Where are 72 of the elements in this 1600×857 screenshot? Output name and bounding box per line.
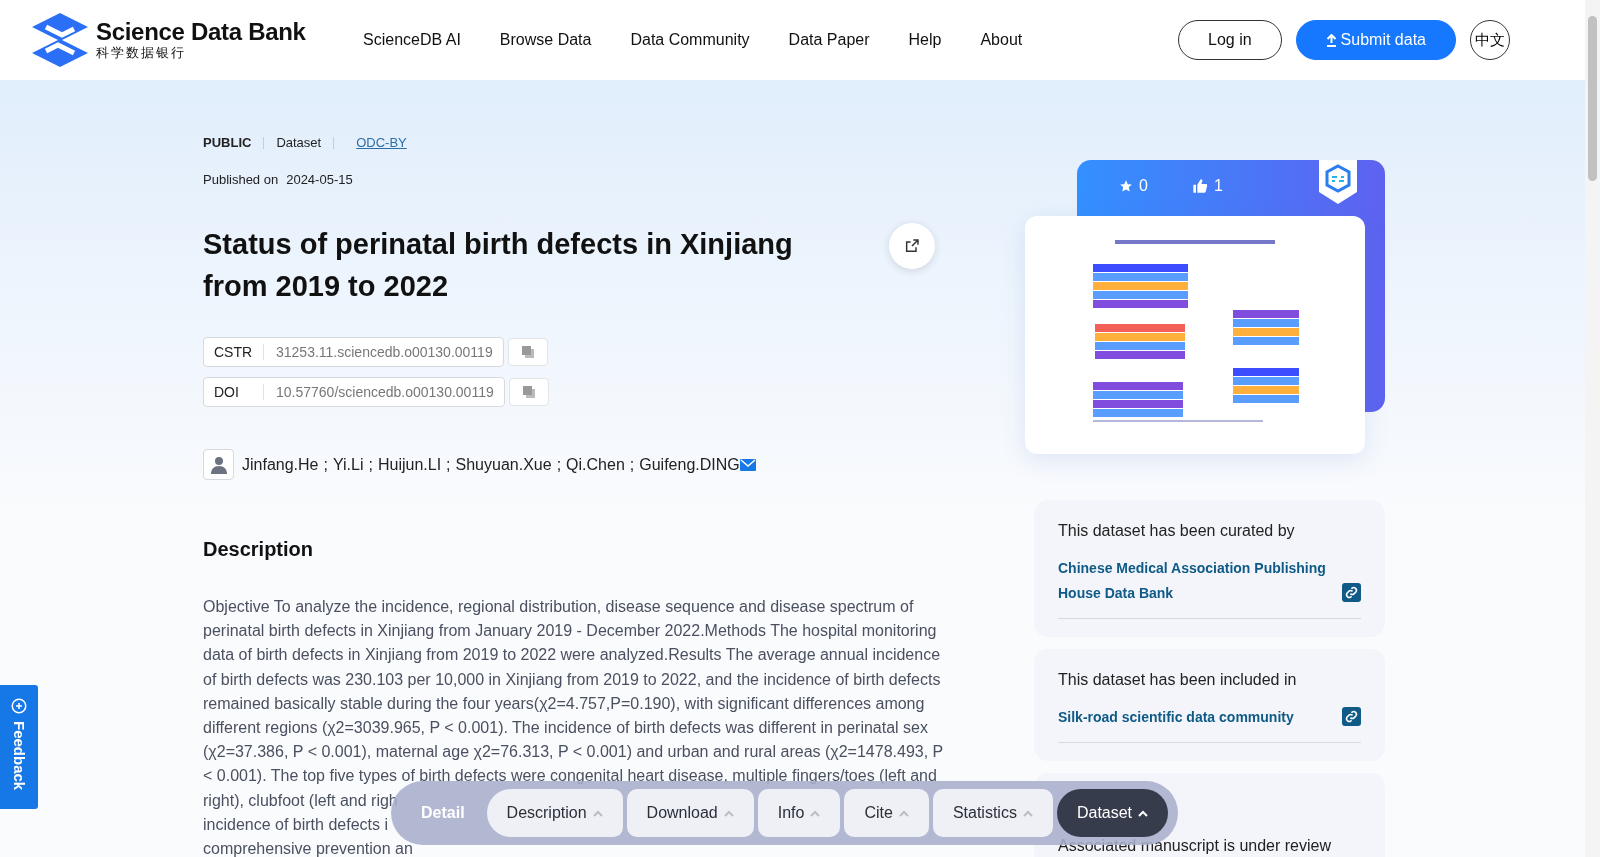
author-link[interactable]: Guifeng.DING <box>639 455 740 474</box>
link-button[interactable] <box>1342 583 1361 602</box>
nav-link[interactable]: Help <box>908 31 942 49</box>
author-link[interactable]: Yi.Li <box>332 455 364 474</box>
author-link[interactable]: Huijun.LI <box>377 455 442 474</box>
separator: ; <box>556 455 562 474</box>
published-label: Published on <box>203 172 279 187</box>
email-icon[interactable] <box>739 458 756 471</box>
description-text: incidence of birth defects i <box>203 814 388 835</box>
caret-icon <box>898 809 909 817</box>
curator-link[interactable]: Chinese Medical Association Publishing House Data Bank <box>1058 556 1332 606</box>
nav-link[interactable]: Data Paper <box>788 31 870 49</box>
description-text: comprehensive prevention an <box>203 839 413 857</box>
nav-link[interactable]: Browse Data <box>499 31 592 49</box>
author-link[interactable]: Qi.Chen <box>566 455 625 474</box>
submit-data-button[interactable]: Submit data <box>1295 20 1456 60</box>
person-icon <box>203 449 234 480</box>
section-tab[interactable]: Cite <box>844 789 929 837</box>
type-label: Dataset <box>276 135 322 150</box>
caret-icon <box>1022 809 1033 817</box>
link-button[interactable] <box>1342 707 1361 726</box>
section-tab[interactable]: Dataset <box>1056 789 1169 837</box>
nav-link[interactable]: About <box>980 31 1023 49</box>
thumbs-up-icon[interactable] <box>1191 178 1208 194</box>
caret-icon <box>810 809 821 817</box>
nav-link[interactable]: Data Community <box>630 31 750 49</box>
external-link-icon <box>904 238 920 254</box>
like-count: 1 <box>1213 177 1223 195</box>
section-tab[interactable]: Description <box>486 789 623 837</box>
dataset-title: Status of perinatal birth defects in Xinjiang from 2019 to 2022 <box>203 227 794 304</box>
nav-link[interactable]: ScienceDB AI <box>363 31 461 49</box>
share-button[interactable] <box>889 223 935 269</box>
logo-name: Science Data Bank <box>96 19 306 45</box>
separator: ; <box>323 455 328 474</box>
access-label: PUBLIC <box>203 135 252 150</box>
copy-icon <box>520 345 535 359</box>
logo-subtitle: 科学数据银行 <box>96 45 187 61</box>
language-button[interactable]: 中文 <box>1470 20 1510 60</box>
separator: ; <box>446 455 451 474</box>
login-button[interactable]: Log in <box>1178 20 1282 60</box>
author-link[interactable]: Jinfang.He <box>242 455 319 474</box>
community-link[interactable]: Silk-road scientific data community <box>1058 705 1294 730</box>
published-date: 2024-05-15 <box>286 172 353 187</box>
separator: ; <box>368 455 373 474</box>
section-tab[interactable]: Statistics <box>932 789 1053 837</box>
feedback-button[interactable]: Feedback <box>0 685 38 809</box>
section-tab[interactable]: Info <box>757 789 841 837</box>
copy-icon <box>521 385 536 399</box>
caret-icon <box>1138 809 1149 817</box>
favorite-count: 0 <box>1139 177 1148 195</box>
caret-icon <box>592 809 603 817</box>
card-title: This dataset has been curated by <box>1058 522 1296 540</box>
card-title: Associated manuscript is under review <box>1058 837 1332 855</box>
badge-icon <box>1319 160 1357 204</box>
copy-button[interactable] <box>507 338 548 366</box>
bar-label: Detail <box>421 804 465 822</box>
author-link[interactable]: Shuyuan.Xue <box>455 455 552 474</box>
card-title: This dataset has been included in <box>1058 671 1298 689</box>
identifier-field: CSTR 31253.11.sciencedb.o00130.00119 <box>203 337 504 367</box>
license-link[interactable]: ODC-BY <box>356 135 407 150</box>
section-tab[interactable]: Download <box>626 789 754 837</box>
feedback-icon <box>10 697 28 715</box>
upload-icon <box>1325 33 1337 47</box>
copy-button[interactable] <box>508 378 549 406</box>
scrollbar[interactable] <box>1585 0 1600 857</box>
caret-icon <box>723 809 734 817</box>
separator: ; <box>629 455 635 474</box>
star-icon[interactable] <box>1119 179 1133 193</box>
identifier-field: DOI 10.57760/sciencedb.o00130.00119 <box>203 377 505 407</box>
description-text: right), clubfoot (left and righ <box>203 790 398 811</box>
section-heading: Description <box>203 538 315 561</box>
logo-icon <box>32 13 88 67</box>
